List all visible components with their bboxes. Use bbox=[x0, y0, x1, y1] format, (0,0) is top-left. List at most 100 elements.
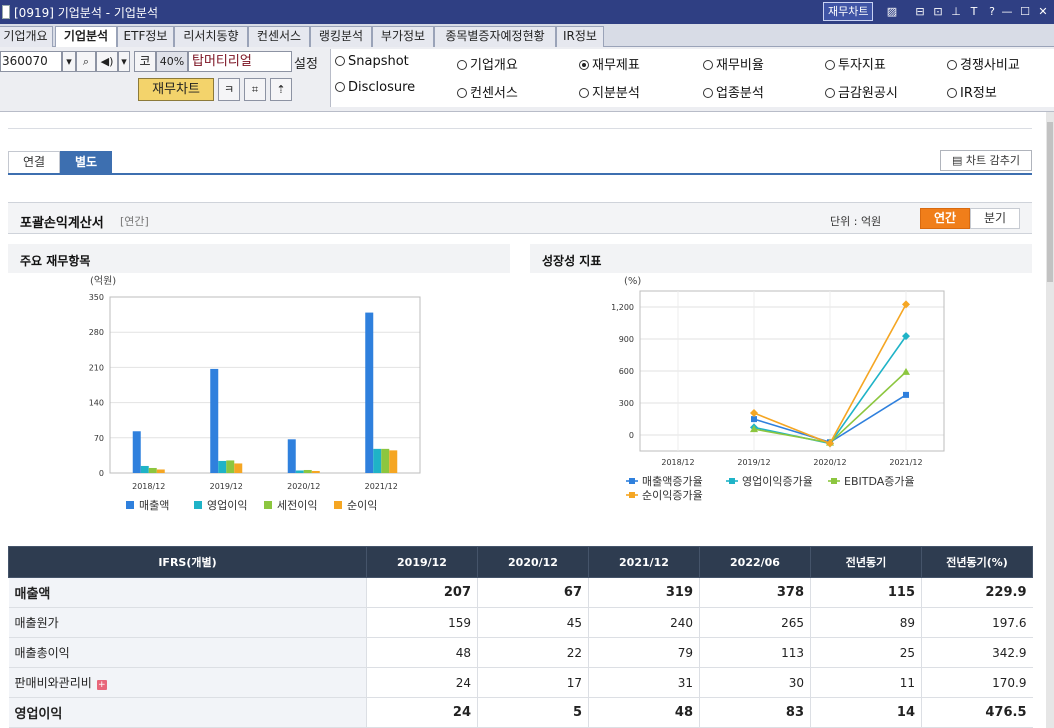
radio-financial-ratio[interactable]: 재무비율 bbox=[703, 54, 764, 73]
radio-industry-analysis[interactable]: 업종분석 bbox=[703, 82, 764, 101]
tab-ir-info[interactable]: IR정보 bbox=[556, 26, 604, 47]
legend-marker bbox=[729, 478, 735, 484]
radio-shareholding-analysis[interactable]: 지분분석 bbox=[579, 82, 640, 101]
x-tick-label: 2019/12 bbox=[210, 482, 243, 491]
financial-chart-button[interactable]: 재무차트 bbox=[138, 78, 214, 101]
tab-company-overview[interactable]: 기업개요 bbox=[0, 26, 53, 47]
data-point bbox=[750, 409, 758, 418]
tab-company-analysis[interactable]: 기업분석 bbox=[55, 26, 117, 48]
setting-button[interactable]: 설정 bbox=[294, 53, 318, 72]
column-header: 전년동기(%) bbox=[921, 546, 1033, 578]
value-cell: 115 bbox=[810, 577, 922, 608]
value-cell: 342.9 bbox=[921, 637, 1033, 668]
tab-ranking-analysis[interactable]: 랭킹분석 bbox=[310, 26, 372, 47]
row-label-cell: 매출총이익 bbox=[8, 637, 367, 668]
window-title: [0919] 기업분석 - 기업분석 bbox=[14, 6, 158, 20]
row-label-cell[interactable]: 판매비와관리비 + bbox=[8, 667, 367, 698]
main-tab-bar: 기업개요 기업분석 ETF정보 리서치동향 컨센서스 랭킹분석 부가정보 종목별… bbox=[0, 24, 1054, 48]
bar bbox=[373, 448, 382, 473]
trend-icon[interactable]: ▨ bbox=[884, 3, 900, 20]
bar bbox=[381, 448, 390, 473]
legend-label: 매출액증가율 bbox=[642, 475, 703, 488]
radio-consensus[interactable]: 컨센서스 bbox=[457, 82, 518, 101]
speaker-icon[interactable]: ◀) bbox=[96, 51, 118, 72]
y-tick-label: 350 bbox=[89, 293, 104, 302]
radio-ir-info[interactable]: IR정보 bbox=[947, 82, 997, 101]
stock-code-input[interactable]: 360070 bbox=[0, 51, 62, 72]
value-cell: 48 bbox=[366, 637, 478, 668]
y-tick-label: 70 bbox=[94, 434, 104, 443]
pin-icon[interactable]: ⊥ bbox=[948, 3, 964, 20]
window-split-icon[interactable]: ⊟ bbox=[912, 3, 928, 20]
column-header: 2022/06 bbox=[699, 546, 811, 578]
font-size-icon[interactable]: T bbox=[966, 3, 982, 20]
x-tick-label: 2021/12 bbox=[889, 458, 922, 467]
radio-fss-disclosure[interactable]: 금감원공시 bbox=[825, 82, 898, 101]
legend-label: 세전이익 bbox=[277, 499, 317, 512]
y-tick-label: 600 bbox=[619, 367, 634, 376]
tab-separate[interactable]: 별도 bbox=[60, 151, 112, 174]
radio-disclosure[interactable]: Disclosure bbox=[335, 80, 415, 95]
radio-company-overview[interactable]: 기업개요 bbox=[457, 54, 518, 73]
value-cell: 240 bbox=[588, 607, 700, 638]
maximize-icon[interactable]: ☐ bbox=[1016, 3, 1034, 20]
legend-label: EBITDA증가율 bbox=[844, 475, 915, 488]
radio-investment-indicator[interactable]: 투자지표 bbox=[825, 54, 886, 73]
tab-consensus[interactable]: 컨센서스 bbox=[248, 26, 310, 47]
tab-research-trend[interactable]: 리서치동향 bbox=[174, 26, 248, 47]
column-header: 2021/12 bbox=[588, 546, 700, 578]
window-controls: — ☐ ✕ bbox=[998, 3, 1052, 20]
radio-financial-statements[interactable]: 재무제표 bbox=[579, 54, 640, 73]
bar bbox=[365, 312, 374, 473]
sub-tab-underline bbox=[8, 173, 1032, 175]
table-row: 매출액 207 67 319 378 115 229.9 bbox=[8, 577, 1033, 608]
key-financials-chart: (억원) 0 70 140 210 280 350 2018/12 2019/12 2020/12… bbox=[89, 275, 421, 512]
hide-chart-button[interactable]: ▤ 차트 감추기 bbox=[940, 150, 1032, 171]
speaker-chevron-down-icon[interactable]: ▾ bbox=[118, 51, 130, 72]
tab-additional-info[interactable]: 부가정보 bbox=[372, 26, 434, 47]
row-label: 매출원가 bbox=[14, 616, 59, 630]
tab-capital-increase-schedule[interactable]: 종목별증자예정현황 bbox=[434, 26, 556, 47]
report-content: 연결 별도 ▤ 차트 감추기 포괄손익계산서 [연간] 단위 : 억원 연간 분… bbox=[0, 112, 1046, 728]
legend-label: 매출액 bbox=[139, 499, 169, 512]
panel-title: 주요 재무항목 bbox=[20, 254, 91, 268]
search-icon[interactable]: ⌕ bbox=[76, 51, 96, 72]
tab-etf-info[interactable]: ETF정보 bbox=[117, 26, 174, 47]
annual-button[interactable]: 연간 bbox=[920, 208, 970, 229]
tab-consolidated[interactable]: 연결 bbox=[8, 151, 60, 174]
x-tick-label: 2019/12 bbox=[737, 458, 770, 467]
title-chart-button[interactable]: 재무차트 bbox=[823, 2, 874, 21]
vertical-scrollbar[interactable] bbox=[1046, 112, 1054, 728]
radio-competitor-comparison[interactable]: 경쟁사비교 bbox=[947, 54, 1020, 73]
quarter-button[interactable]: 분기 bbox=[970, 208, 1020, 229]
value-cell: 30 bbox=[699, 667, 811, 698]
value-cell: 11 bbox=[810, 667, 922, 698]
scrollbar-thumb[interactable] bbox=[1047, 122, 1053, 282]
code-dropdown-chevron-down-icon[interactable]: ▾ bbox=[62, 51, 76, 72]
value-cell: 31 bbox=[588, 667, 700, 698]
x-tick-label: 2021/12 bbox=[365, 482, 398, 491]
fit-screen-icon[interactable]: ⌗ bbox=[244, 78, 266, 101]
close-icon[interactable]: ✕ bbox=[1034, 3, 1052, 20]
value-cell: 319 bbox=[588, 577, 700, 608]
export-icon[interactable]: ⇡ bbox=[270, 78, 292, 101]
row-label-cell: 매출원가 bbox=[8, 607, 367, 638]
value-cell: 159 bbox=[366, 607, 478, 638]
radio-snapshot[interactable]: Snapshot bbox=[335, 54, 409, 69]
y-tick-label: 140 bbox=[89, 399, 104, 408]
x-tick-label: 2018/12 bbox=[661, 458, 694, 467]
value-cell: 24 bbox=[366, 667, 478, 698]
value-cell: 5 bbox=[477, 697, 589, 728]
window-layout-icon[interactable]: ⊡ bbox=[930, 3, 946, 20]
table-row: 매출총이익 48 22 79 113 25 342.9 bbox=[8, 637, 1033, 668]
market-tag: 코 bbox=[134, 51, 156, 72]
value-cell: 378 bbox=[699, 577, 811, 608]
y-tick-label: 900 bbox=[619, 335, 634, 344]
bar bbox=[389, 450, 398, 473]
margin-ratio: 40% bbox=[156, 51, 188, 72]
y-tick-label: 210 bbox=[89, 363, 104, 372]
unit-label: 단위 : 억원 bbox=[830, 215, 882, 228]
expand-plus-icon[interactable]: + bbox=[96, 680, 107, 690]
minimize-icon[interactable]: — bbox=[998, 3, 1016, 20]
chart-option-icon[interactable]: ㅋ bbox=[218, 78, 240, 101]
